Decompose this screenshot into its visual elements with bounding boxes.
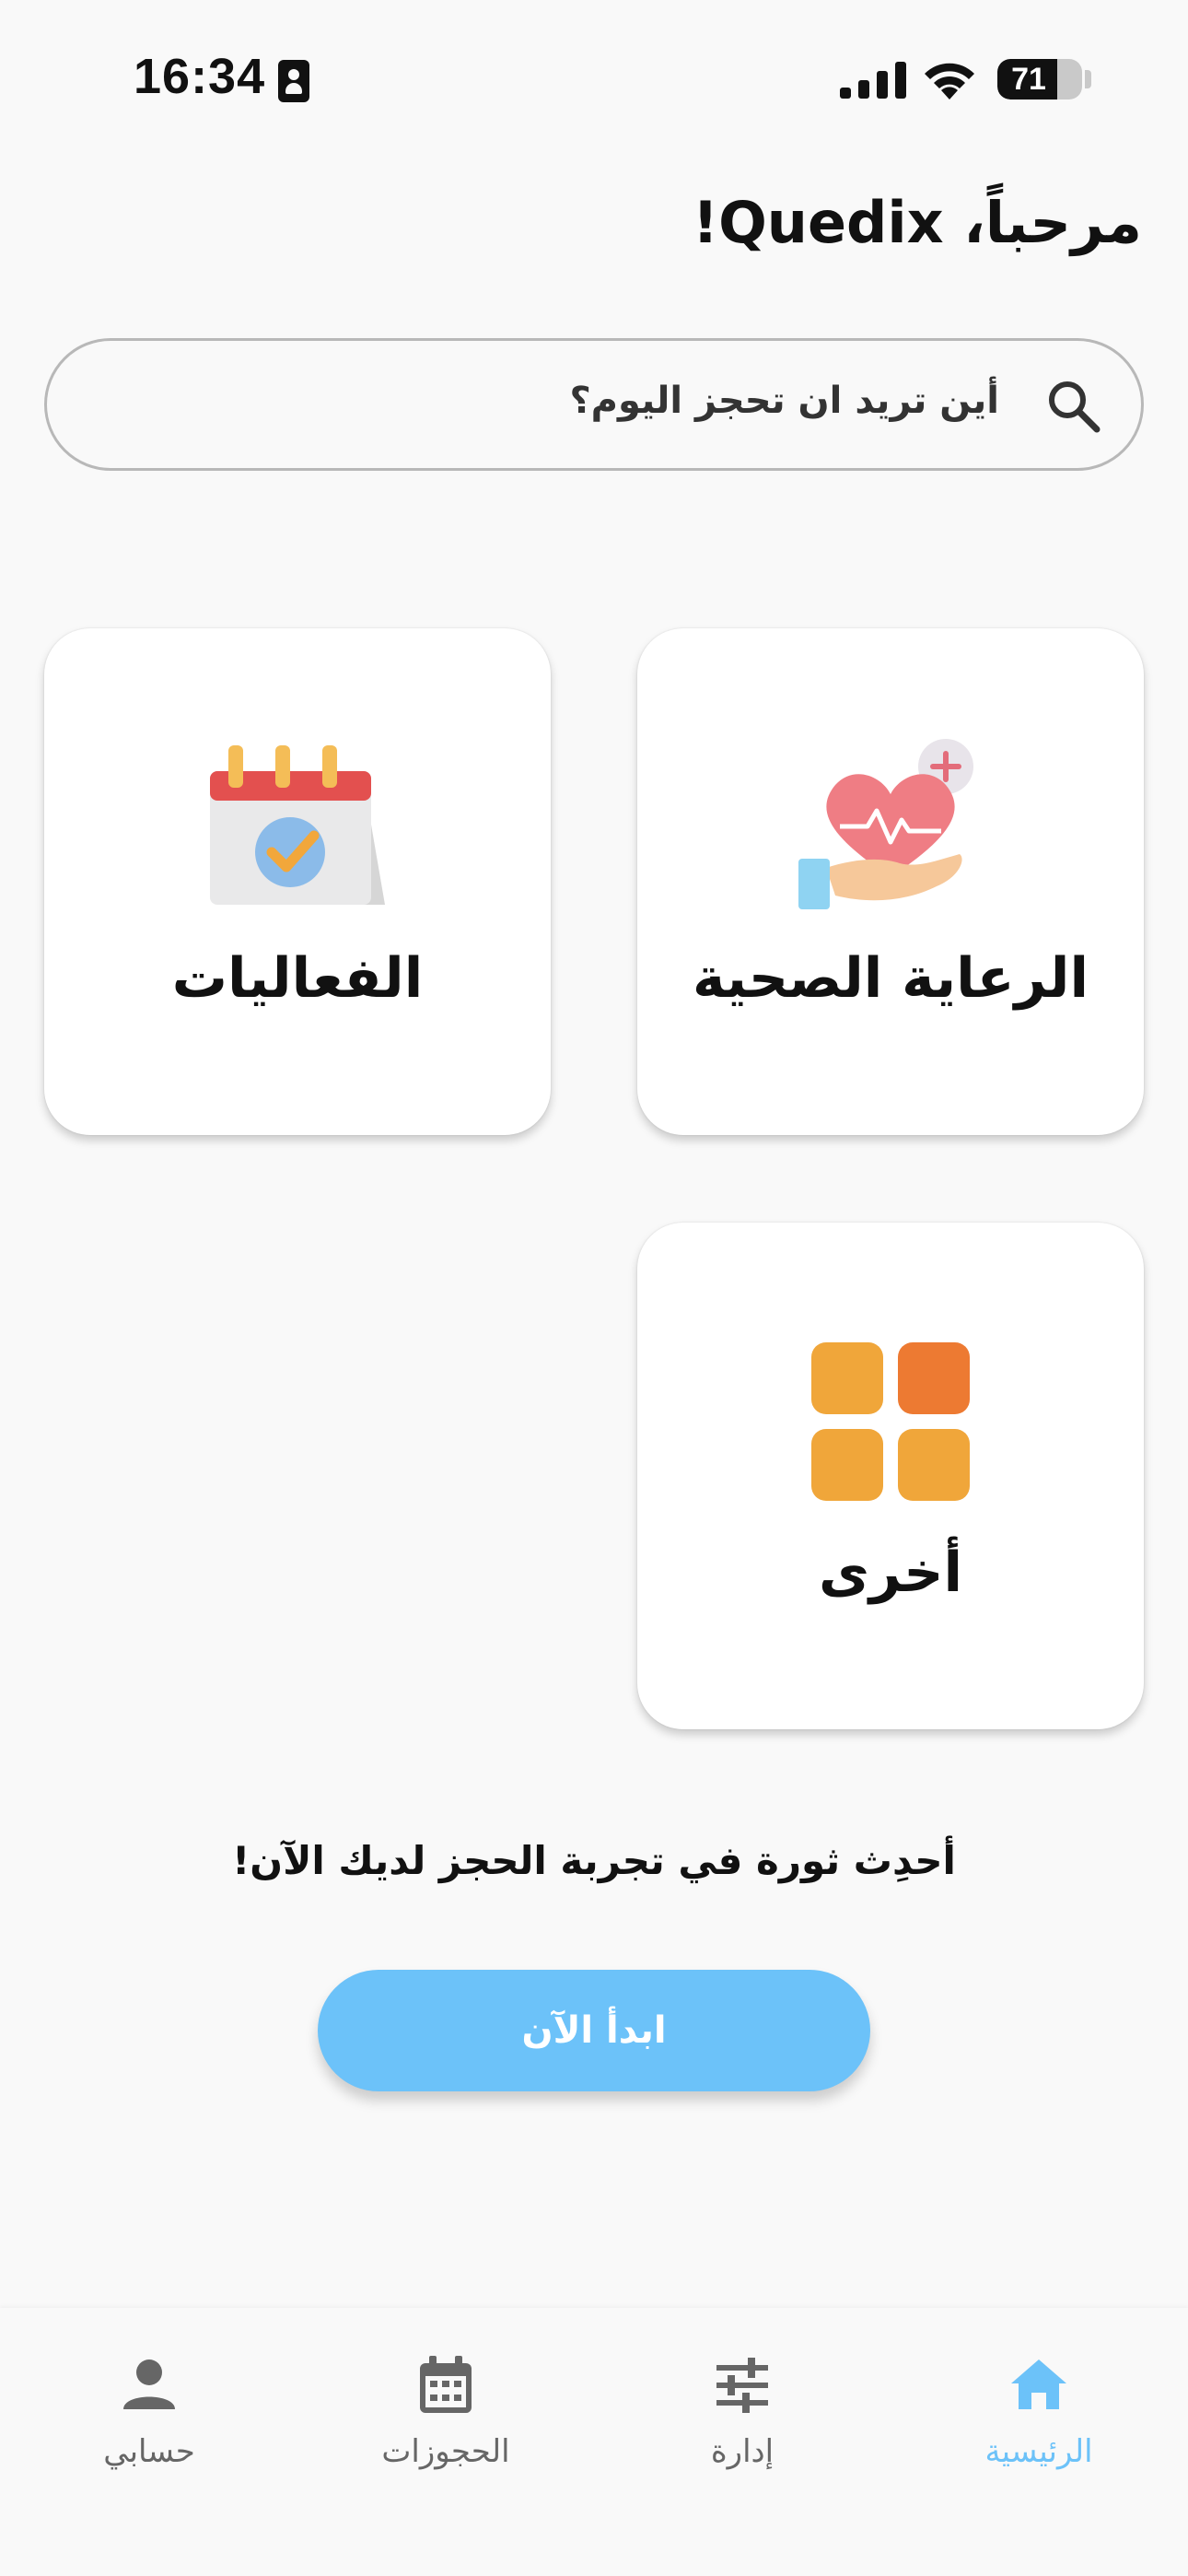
calendar-icon bbox=[420, 2356, 472, 2413]
category-label-events: الفعاليات bbox=[171, 946, 424, 1011]
start-now-button[interactable]: ابدأ الآن bbox=[318, 1970, 870, 2091]
search-input[interactable]: أين تريد ان تحجز اليوم؟ bbox=[44, 338, 1144, 471]
category-card-healthcare[interactable]: الرعاية الصحية bbox=[637, 628, 1144, 1135]
nav-label-bookings: الحجوزات bbox=[381, 2433, 510, 2470]
home-icon bbox=[1011, 2359, 1066, 2409]
status-bar: 16:34 71 bbox=[0, 0, 1188, 157]
nav-label-manage: إدارة bbox=[710, 2433, 775, 2470]
status-time: 16:34 bbox=[134, 49, 266, 104]
other-grid-icon bbox=[811, 1342, 970, 1501]
search-placeholder: أين تريد ان تحجز اليوم؟ bbox=[569, 380, 999, 422]
sliders-icon bbox=[716, 2358, 768, 2413]
healthcare-heart-hand-icon bbox=[798, 739, 973, 909]
nav-item-manage[interactable]: إدارة bbox=[632, 2345, 853, 2474]
cellular-signal-icon bbox=[840, 62, 906, 99]
category-label-healthcare: الرعاية الصحية bbox=[692, 946, 1089, 1011]
category-card-events[interactable]: الفعاليات bbox=[44, 628, 551, 1135]
search-icon[interactable] bbox=[1045, 378, 1102, 435]
app-screen: 16:34 71 مرحباً، Quedix! أين تريد ان تحج… bbox=[0, 0, 1188, 2576]
nav-item-home[interactable]: الرئيسية bbox=[928, 2345, 1149, 2474]
battery-level: 71 bbox=[1011, 62, 1046, 97]
battery-tip bbox=[1085, 70, 1091, 88]
person-icon bbox=[123, 2359, 175, 2409]
wifi-icon bbox=[925, 63, 974, 100]
nav-label-home: الرئيسية bbox=[984, 2433, 1093, 2470]
promo-text: أحدِث ثورة في تجربة الحجز لديك الآن! bbox=[232, 1838, 956, 1883]
greeting-title: مرحباً، Quedix! bbox=[692, 189, 1142, 256]
contact-card-icon bbox=[278, 60, 309, 102]
events-calendar-check-icon bbox=[210, 745, 385, 905]
nav-label-account: حسابي bbox=[103, 2433, 195, 2470]
nav-item-bookings[interactable]: الحجوزات bbox=[335, 2345, 556, 2474]
bottom-navigation: الرئيسية إدارة الحجوزات حسابي bbox=[0, 2308, 1188, 2576]
category-card-other[interactable]: أخرى bbox=[637, 1223, 1144, 1729]
nav-item-account[interactable]: حسابي bbox=[39, 2345, 260, 2474]
battery-indicator: 71 bbox=[997, 59, 1082, 100]
category-label-other: أخرى bbox=[818, 1540, 963, 1605]
